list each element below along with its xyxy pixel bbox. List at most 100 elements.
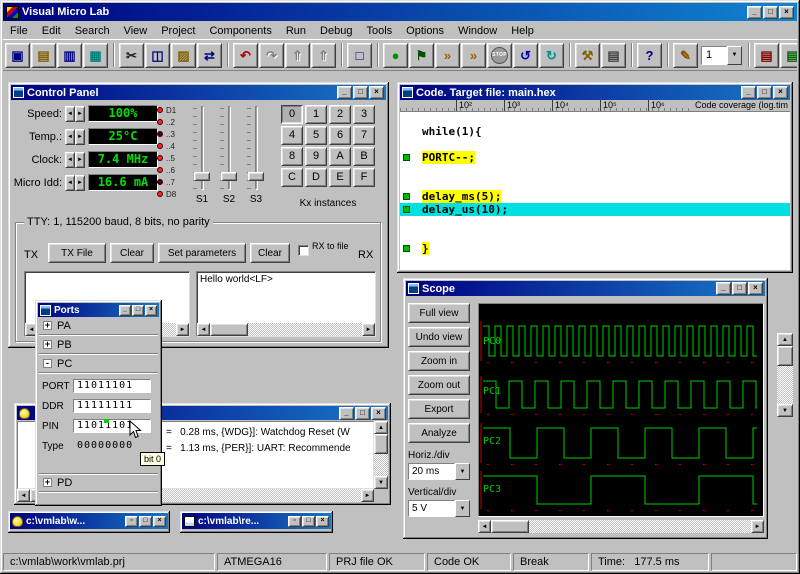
scope-hscrollbar[interactable]: ◄ ►: [478, 520, 764, 533]
register-value[interactable]: 11011101: [73, 379, 151, 393]
minimize-button[interactable]: _: [747, 5, 762, 19]
tx-file-button[interactable]: TX File: [48, 243, 106, 263]
keypad-key-7[interactable]: 7: [353, 126, 375, 145]
spin-down-button[interactable]: ◄: [65, 151, 75, 168]
go-button[interactable]: ●: [383, 42, 408, 68]
scroll-left-button[interactable]: ◄: [197, 323, 210, 336]
code-titlebar[interactable]: Code. Target file: main.hex _ □ ×: [400, 85, 790, 100]
maximize-button[interactable]: □: [763, 5, 778, 19]
clear-tx-button[interactable]: Clear: [110, 243, 154, 263]
scroll-right-button[interactable]: ►: [362, 323, 375, 336]
keypad-key-6[interactable]: 6: [329, 126, 351, 145]
rx-hscrollbar[interactable]: ◄ ►: [197, 323, 375, 336]
scroll-track[interactable]: [374, 434, 388, 476]
spin-up-button[interactable]: ►: [75, 105, 85, 122]
restore-button[interactable]: ▫: [125, 515, 138, 527]
components-button[interactable]: ✎: [673, 42, 698, 68]
slider-s1[interactable]: [193, 106, 211, 190]
vert-div-select[interactable]: 5 V ▼: [408, 500, 470, 517]
slider-thumb[interactable]: [221, 172, 237, 181]
slider-thumb[interactable]: [194, 172, 210, 181]
keypad-key-3[interactable]: 3: [353, 105, 375, 124]
clear-rx-button[interactable]: Clear: [250, 243, 290, 263]
full-view-button[interactable]: Full view: [408, 303, 470, 323]
keypad-key-E[interactable]: E: [329, 168, 351, 187]
keypad-key-B[interactable]: B: [353, 147, 375, 166]
spin-down-button[interactable]: ◄: [65, 174, 75, 191]
scroll-down-button[interactable]: ▼: [374, 476, 388, 489]
scroll-right-button[interactable]: ►: [176, 323, 189, 336]
library-button[interactable]: ▤: [754, 42, 779, 68]
help-button[interactable]: ?: [637, 42, 662, 68]
scroll-down-button[interactable]: ▼: [777, 404, 793, 417]
close-button[interactable]: ×: [153, 515, 166, 527]
minimized-titlebar[interactable]: c:\vmlab\re... ▫ □ ×: [182, 513, 331, 529]
menu-help[interactable]: Help: [504, 23, 541, 39]
export-button[interactable]: Export: [408, 399, 470, 419]
port-branch-pc[interactable]: - PC: [38, 357, 159, 370]
expand-icon[interactable]: +: [43, 478, 52, 487]
menu-tools[interactable]: Tools: [359, 23, 399, 39]
scroll-thumb[interactable]: [777, 346, 793, 366]
slider-s2[interactable]: [220, 106, 238, 190]
spin-down-button[interactable]: ◄: [65, 128, 75, 145]
spin-up-button[interactable]: ►: [75, 128, 85, 145]
spin-up-button[interactable]: ►: [75, 174, 85, 191]
close-button[interactable]: ×: [748, 282, 763, 295]
minimize-button[interactable]: _: [339, 406, 354, 420]
menu-window[interactable]: Window: [451, 23, 504, 39]
save-button[interactable]: ▥: [57, 42, 82, 68]
menu-file[interactable]: File: [3, 23, 35, 39]
keypad-key-0[interactable]: 0: [281, 105, 303, 124]
instance-combo[interactable]: 1 ▼: [701, 45, 742, 65]
scroll-thumb[interactable]: [374, 434, 388, 454]
close-button[interactable]: ×: [316, 515, 329, 527]
menu-view[interactable]: View: [117, 23, 155, 39]
maximize-button[interactable]: □: [757, 86, 772, 99]
close-button[interactable]: ×: [371, 406, 386, 420]
zoom-in-button[interactable]: Zoom in: [408, 351, 470, 371]
minimize-button[interactable]: _: [741, 86, 756, 99]
dropdown-arrow-icon[interactable]: ▼: [455, 500, 470, 517]
copy-button[interactable]: ◫: [145, 42, 170, 68]
keypad-key-9[interactable]: 9: [305, 147, 327, 166]
spin-down-button[interactable]: ◄: [65, 105, 75, 122]
keypad-key-4[interactable]: 4: [281, 126, 303, 145]
port-branch-pd[interactable]: + PD: [38, 476, 159, 489]
slider-thumb[interactable]: [248, 172, 264, 181]
restart-button[interactable]: ↻: [539, 42, 564, 68]
ports-titlebar[interactable]: Ports _ □ ×: [38, 303, 159, 317]
restore-button[interactable]: ▫: [288, 515, 301, 527]
scroll-track[interactable]: [777, 346, 793, 404]
collapse-icon[interactable]: -: [43, 359, 52, 368]
stop-button[interactable]: STOP: [487, 42, 512, 68]
maximize-button[interactable]: □: [302, 515, 315, 527]
spin-up-button[interactable]: ►: [75, 151, 85, 168]
paste-button[interactable]: ▨: [171, 42, 196, 68]
register-value[interactable]: 11111111: [73, 399, 151, 413]
scroll-right-button[interactable]: ►: [361, 489, 374, 502]
port-branch-pb[interactable]: + PB: [38, 338, 159, 351]
open-button[interactable]: ▤: [31, 42, 56, 68]
rx-log[interactable]: Hello world<LF> ◄ ►: [196, 271, 376, 337]
horiz-div-select[interactable]: 20 ms ▼: [408, 463, 470, 480]
menu-run[interactable]: Run: [279, 23, 313, 39]
build-button[interactable]: ⚒: [575, 42, 600, 68]
messages-vscrollbar[interactable]: ▲ ▼: [374, 421, 388, 489]
minimized-titlebar[interactable]: c:\vmlab\w... ▫ □ ×: [10, 513, 168, 529]
minimize-button[interactable]: _: [716, 282, 731, 295]
minimize-button[interactable]: _: [337, 86, 352, 99]
close-button[interactable]: ×: [369, 86, 384, 99]
maximize-button[interactable]: □: [139, 515, 152, 527]
menu-components[interactable]: Components: [202, 23, 278, 39]
analyze-button[interactable]: Analyze: [408, 423, 470, 443]
scroll-track[interactable]: [210, 323, 362, 336]
breakpoint-button[interactable]: □: [347, 42, 372, 68]
maximize-button[interactable]: □: [353, 86, 368, 99]
undo-button[interactable]: ↶: [233, 42, 258, 68]
multi-step-button[interactable]: »: [461, 42, 486, 68]
docs-button[interactable]: ▤: [780, 42, 797, 68]
project-setup-button[interactable]: ▦: [83, 42, 108, 68]
scroll-up-button[interactable]: ▲: [374, 421, 388, 434]
scroll-thumb[interactable]: [210, 323, 248, 336]
